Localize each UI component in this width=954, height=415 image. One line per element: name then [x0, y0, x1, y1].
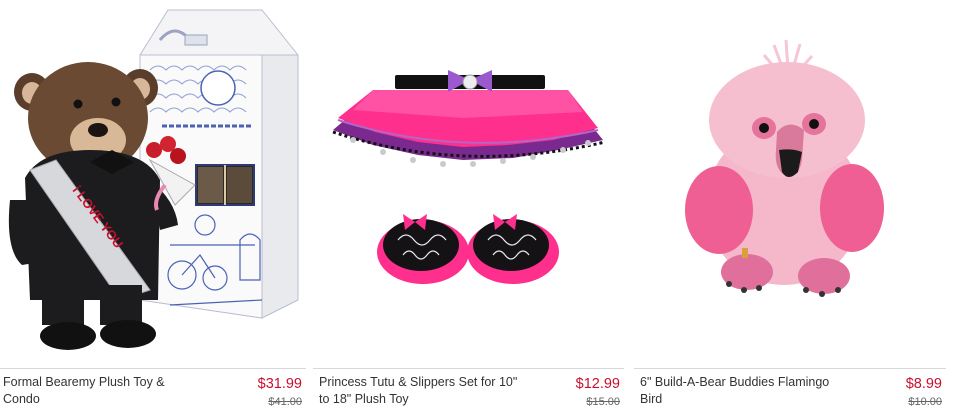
product-card-princess-tutu[interactable]: Princess Tutu & Slippers Set for 10" to …	[313, 0, 624, 415]
product-name[interactable]: Formal Bearemy Plush Toy & Condo	[3, 374, 203, 408]
product-card-flamingo-bird[interactable]: 6" Build-A-Bear Buddies Flamingo Bird $8…	[634, 0, 946, 415]
product-image-flamingo[interactable]	[634, 0, 946, 368]
product-image-tutu-slippers[interactable]	[313, 0, 624, 368]
sale-price: $12.99	[575, 376, 620, 392]
original-price: $15.00	[586, 396, 620, 408]
card-divider	[0, 368, 306, 369]
product-name[interactable]: 6" Build-A-Bear Buddies Flamingo Bird	[640, 374, 840, 408]
card-divider	[634, 368, 946, 369]
product-image-bear-condo[interactable]: i LOVE YOU	[0, 0, 306, 368]
card-divider	[313, 368, 624, 369]
sale-price: $31.99	[257, 376, 302, 392]
product-name[interactable]: Princess Tutu & Slippers Set for 10" to …	[319, 374, 519, 408]
original-price: $10.00	[908, 396, 942, 408]
product-grid: i LOVE YOU Formal Bearemy Plush Toy & Co…	[0, 0, 954, 415]
original-price: $41.00	[268, 396, 302, 408]
product-card-formal-bearemy[interactable]: i LOVE YOU Formal Bearemy Plush Toy & Co…	[0, 0, 306, 415]
sale-price: $8.99	[905, 376, 942, 392]
